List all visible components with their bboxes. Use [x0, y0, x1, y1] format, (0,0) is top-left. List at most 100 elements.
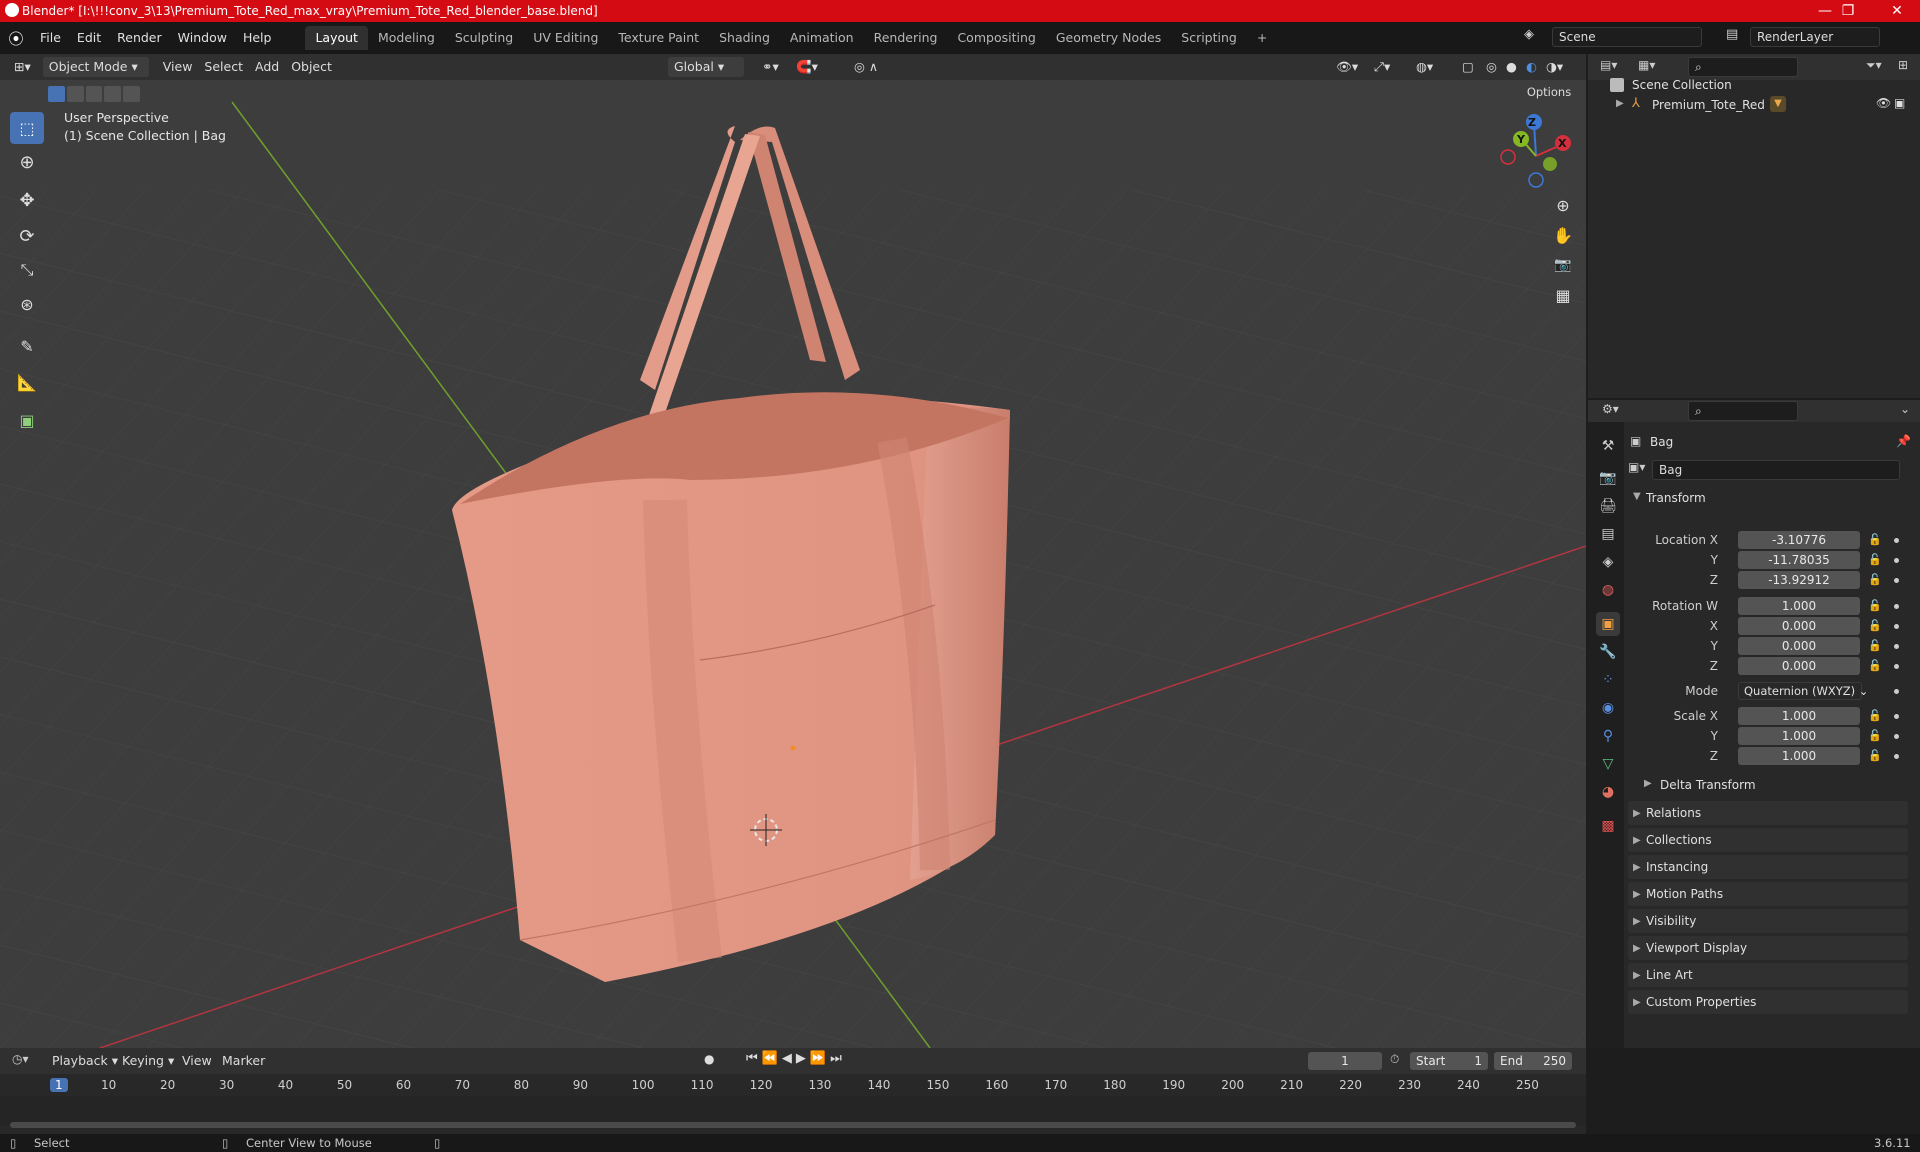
material-tab-icon[interactable]: ◕ [1596, 780, 1620, 804]
render-camera-icon[interactable]: ▣ [1894, 96, 1905, 110]
keyframe-dot-icon[interactable] [1894, 578, 1899, 583]
object-name-field[interactable]: Bag [1652, 460, 1900, 480]
annotate-tool[interactable]: ✎ [10, 330, 44, 362]
proportional-edit-icon[interactable]: ◎ ∧ [848, 57, 884, 77]
lock-icon[interactable]: 🔓 [1868, 729, 1882, 742]
tab-rendering[interactable]: Rendering [864, 26, 948, 50]
blender-menu-icon[interactable]: ⦿ [0, 28, 32, 49]
mode-selector[interactable]: Object Mode ▾ [42, 57, 149, 77]
visibility-icon[interactable]: 👁▾ [1330, 57, 1364, 77]
new-collection-icon[interactable]: ⊞ [1898, 58, 1908, 72]
menu-render[interactable]: Render [109, 27, 170, 49]
panel-line-art[interactable]: ▶ Line Art [1628, 963, 1908, 987]
rotation-z-field[interactable]: 0.000 [1738, 657, 1860, 675]
add-workspace-button[interactable]: + [1247, 26, 1277, 50]
scene-collection-label[interactable]: Scene Collection [1632, 78, 1732, 92]
display-mode-icon[interactable]: ▦▾ [1638, 58, 1655, 72]
rotation-x-field[interactable]: 0.000 [1738, 617, 1860, 635]
constraints-tab-icon[interactable]: ⚲ [1596, 724, 1620, 748]
lock-icon[interactable]: 🔓 [1868, 709, 1882, 722]
menu-view[interactable]: View [157, 57, 199, 77]
options-button[interactable]: Options [1518, 82, 1580, 102]
view-layer-selector[interactable]: RenderLayer [1750, 27, 1880, 47]
data-tab-icon[interactable]: ▽ [1596, 752, 1620, 776]
lock-icon[interactable]: 🔓 [1868, 619, 1882, 632]
keyframe-dot-icon[interactable] [1894, 624, 1899, 629]
outliner-item-premium-tote[interactable]: Premium_Tote_Red [1652, 98, 1765, 112]
render-tab-icon[interactable]: 📷 [1596, 466, 1620, 490]
tab-scripting[interactable]: Scripting [1171, 26, 1247, 50]
tab-uv-editing[interactable]: UV Editing [523, 26, 608, 50]
view-layer-icon[interactable]: ▤ [1726, 27, 1746, 47]
keyframe-dot-icon[interactable] [1894, 538, 1899, 543]
menu-add[interactable]: Add [249, 57, 285, 77]
menu-keying[interactable]: Keying ▾ [116, 1051, 180, 1071]
lock-icon[interactable]: 🔓 [1868, 533, 1882, 546]
grid-ortho-icon[interactable]: ▦ [1550, 282, 1576, 308]
scale-x-field[interactable]: 1.000 [1738, 707, 1860, 725]
maximize-button[interactable]: ❐ [1825, 0, 1871, 22]
outliner-search[interactable]: ⌕ [1688, 57, 1798, 77]
select-new-icon[interactable] [48, 86, 65, 102]
keyframe-dot-icon[interactable] [1894, 689, 1899, 694]
tab-texture-paint[interactable]: Texture Paint [608, 26, 709, 50]
overlay-toggle-icon[interactable]: ◍▾ [1410, 57, 1439, 77]
scale-y-field[interactable]: 1.000 [1738, 727, 1860, 745]
panel-collections[interactable]: ▶ Collections [1628, 828, 1908, 852]
delta-transform-subpanel[interactable]: ▶ Delta Transform [1644, 774, 1904, 796]
rotate-tool[interactable]: ⟳ [10, 220, 44, 252]
orientation-selector[interactable]: Global ▾ [668, 57, 744, 77]
keyframe-dot-icon[interactable] [1894, 754, 1899, 759]
select-extend-icon[interactable] [66, 86, 84, 102]
editor-type-icon[interactable]: ⊞▾ [8, 57, 37, 77]
xray-icon[interactable]: ▢ [1456, 57, 1480, 77]
snap-icon[interactable]: 🧲▾ [790, 57, 824, 77]
lock-icon[interactable]: 🔓 [1868, 599, 1882, 612]
close-button[interactable]: ✕ [1874, 0, 1920, 22]
add-cube-tool[interactable]: ▣ [10, 404, 44, 436]
menu-playback[interactable]: Playback ▾ [46, 1051, 124, 1071]
select-intersect-icon[interactable] [123, 86, 140, 102]
selection-mode-buttons[interactable] [48, 86, 140, 102]
lock-icon[interactable]: 🔓 [1868, 639, 1882, 652]
texture-tab-icon[interactable]: ▩ [1596, 814, 1620, 838]
keyframe-dot-icon[interactable] [1894, 714, 1899, 719]
timeline-editor-icon[interactable]: ◷▾ [12, 1052, 29, 1066]
tool-tab-icon[interactable]: ⚒ [1596, 434, 1620, 458]
pivot-icon[interactable]: ⚭▾ [756, 57, 785, 77]
expand-arrow-icon[interactable]: ▶ [1616, 98, 1624, 109]
keyframe-dot-icon[interactable] [1894, 558, 1899, 563]
object-datablock-icon[interactable]: ▣▾ [1628, 460, 1648, 480]
location-z-field[interactable]: -13.92912 [1738, 571, 1860, 589]
cursor-tool[interactable]: ⊕ [10, 146, 44, 178]
keyframe-dot-icon[interactable] [1894, 664, 1899, 669]
shading-rendered-icon[interactable]: ◑▾ [1540, 57, 1569, 77]
end-frame-field[interactable]: End 250 [1494, 1052, 1572, 1070]
zoom-icon[interactable]: ⊕ [1550, 192, 1576, 218]
panel-custom-properties[interactable]: ▶ Custom Properties [1628, 990, 1908, 1014]
view-layer-tab-icon[interactable]: ▤ [1596, 522, 1620, 546]
tab-modeling[interactable]: Modeling [368, 26, 445, 50]
outliner-editor-icon[interactable]: ▤▾ [1600, 58, 1617, 72]
rotation-w-field[interactable]: 1.000 [1738, 597, 1860, 615]
transform-panel-header[interactable]: ▼ Transform [1628, 486, 1908, 510]
timeline-scrollbar[interactable] [10, 1122, 1576, 1128]
panel-instancing[interactable]: ▶ Instancing [1628, 855, 1908, 879]
lock-icon[interactable]: 🔓 [1868, 659, 1882, 672]
menu-timeline-view[interactable]: View [176, 1051, 218, 1071]
lock-icon[interactable]: 🔓 [1868, 553, 1882, 566]
keyframe-dot-icon[interactable] [1894, 734, 1899, 739]
rotation-y-field[interactable]: 0.000 [1738, 637, 1860, 655]
scale-tool[interactable]: ⤡ [10, 254, 44, 286]
eye-icon[interactable]: 👁 [1876, 96, 1891, 110]
camera-icon[interactable]: 📷 [1550, 252, 1576, 278]
transform-tool[interactable]: ⊛ [10, 288, 44, 320]
keyframe-dot-icon[interactable] [1894, 604, 1899, 609]
stopwatch-icon[interactable]: ⏱ [1390, 1052, 1399, 1067]
pin-icon[interactable]: 📌 [1896, 434, 1911, 448]
modifier-tab-icon[interactable]: 🔧 [1596, 640, 1620, 664]
select-subtract-icon[interactable] [85, 86, 103, 102]
move-tool[interactable]: ✥ [10, 184, 44, 216]
scene-tab-icon[interactable]: ◈ [1596, 550, 1620, 574]
lock-icon[interactable]: 🔓 [1868, 573, 1882, 586]
